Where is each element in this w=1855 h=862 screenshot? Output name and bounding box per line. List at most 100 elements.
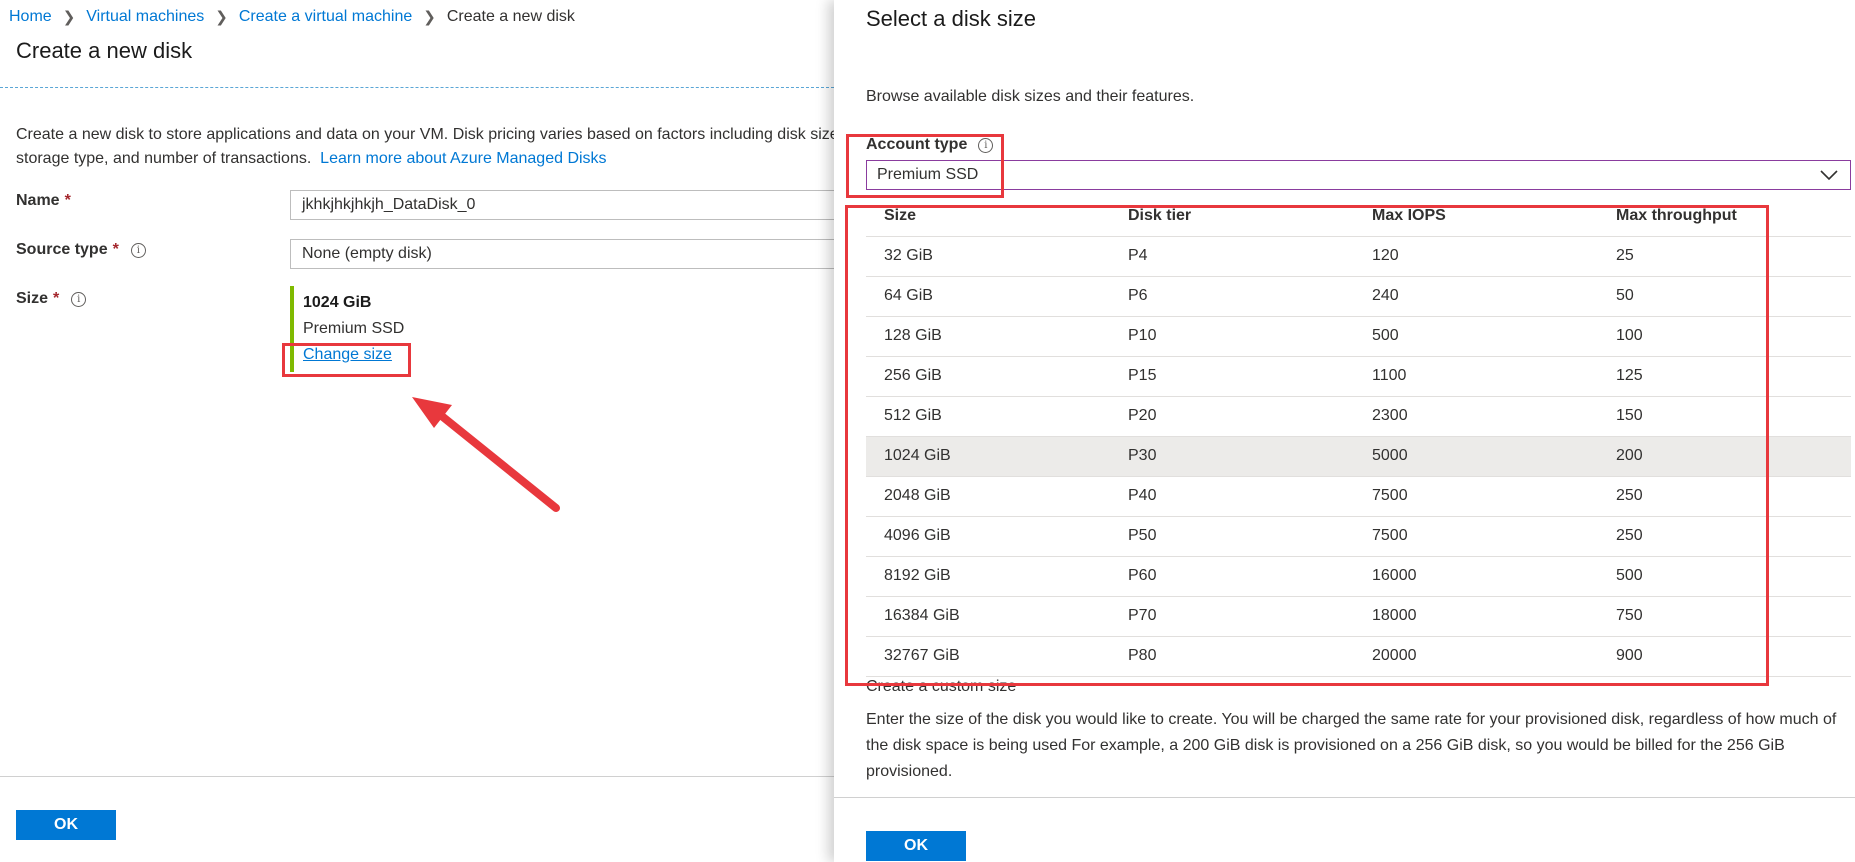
size-label: Size * i	[16, 290, 87, 308]
column-header: Max IOPS	[1354, 196, 1598, 237]
table-cell: 7500	[1354, 476, 1598, 517]
size-accent-bar	[290, 286, 294, 372]
table-cell: 200	[1598, 436, 1851, 477]
chevron-right-icon: ❯	[423, 9, 436, 26]
create-disk-blade: Home ❯ Virtual machines ❯ Create a virtu…	[0, 0, 850, 862]
custom-size-title: Create a custom size	[866, 678, 1017, 695]
table-cell: P20	[1110, 396, 1354, 437]
change-size-link[interactable]: Change size	[303, 346, 392, 364]
breadcrumb-home[interactable]: Home	[9, 8, 52, 26]
table-cell: 128 GiB	[866, 316, 1110, 357]
table-cell: 2300	[1354, 396, 1598, 437]
size-label-text: Size	[16, 290, 49, 307]
footer-divider	[0, 776, 834, 777]
table-cell: 240	[1354, 276, 1598, 317]
title-divider	[0, 87, 834, 88]
table-cell: 16000	[1354, 556, 1598, 597]
column-header: Max throughput	[1598, 196, 1851, 237]
ok-button[interactable]: OK	[16, 810, 116, 840]
chevron-right-icon: ❯	[215, 9, 228, 26]
account-type-select[interactable]: Premium SSD	[866, 160, 1851, 190]
table-row[interactable]: 32767 GiB P80 20000 900	[866, 636, 1851, 677]
footer-divider	[834, 797, 1855, 798]
table-row[interactable]: 128 GiB P10 500 100	[866, 316, 1851, 357]
table-cell: 50	[1598, 276, 1851, 317]
intro-line-1: Create a new disk to store applications …	[16, 126, 844, 143]
table-row[interactable]: 2048 GiB P40 7500 250	[866, 476, 1851, 517]
table-cell: P4	[1110, 236, 1354, 277]
table-cell: 7500	[1354, 516, 1598, 557]
disk-size-table: Size Disk tier Max IOPS Max throughput 3…	[866, 196, 1851, 677]
custom-size-description: Enter the size of the disk you would lik…	[866, 711, 1837, 780]
source-type-label-text: Source type	[16, 241, 108, 258]
table-row[interactable]: 256 GiB P15 1100 125	[866, 356, 1851, 397]
name-label: Name *	[16, 192, 71, 210]
breadcrumb-create-vm[interactable]: Create a virtual machine	[239, 8, 412, 26]
select-disk-size-panel: Select a disk size Browse available disk…	[834, 0, 1855, 862]
table-cell: P30	[1110, 436, 1354, 477]
table-cell: P15	[1110, 356, 1354, 397]
table-cell: 16384 GiB	[866, 596, 1110, 637]
table-cell: 900	[1598, 636, 1851, 677]
table-cell: P70	[1110, 596, 1354, 637]
intro-line-2-text: storage type, and number of transactions…	[16, 150, 312, 167]
breadcrumb-virtual-machines[interactable]: Virtual machines	[86, 8, 204, 26]
source-type-label: Source type * i	[16, 241, 146, 259]
table-cell: 150	[1598, 396, 1851, 437]
table-header-row: Size Disk tier Max IOPS Max throughput	[866, 196, 1851, 237]
table-row[interactable]: 512 GiB P20 2300 150	[866, 396, 1851, 437]
table-cell: 512 GiB	[866, 396, 1110, 437]
table-cell: 32767 GiB	[866, 636, 1110, 677]
account-type-label: Account type i	[866, 136, 994, 154]
account-type-label-text: Account type	[866, 136, 968, 153]
table-cell: 20000	[1354, 636, 1598, 677]
learn-more-link[interactable]: Learn more about Azure Managed Disks	[320, 150, 606, 167]
chevron-right-icon: ❯	[62, 9, 76, 26]
table-row[interactable]: 4096 GiB P50 7500 250	[866, 516, 1851, 557]
table-row[interactable]: 8192 GiB P60 16000 500	[866, 556, 1851, 597]
table-cell: 250	[1598, 516, 1851, 557]
table-cell: P6	[1110, 276, 1354, 317]
required-mark: *	[64, 192, 71, 209]
table-cell: 250	[1598, 476, 1851, 517]
breadcrumb: Home ❯ Virtual machines ❯ Create a virtu…	[9, 7, 575, 27]
table-cell: 1100	[1354, 356, 1598, 397]
chevron-down-icon	[1820, 170, 1838, 181]
table-cell: 18000	[1354, 596, 1598, 637]
column-header: Size	[866, 196, 1110, 237]
required-mark: *	[53, 290, 60, 307]
table-cell: 64 GiB	[866, 276, 1110, 317]
table-cell: 2048 GiB	[866, 476, 1110, 517]
table-cell: 5000	[1354, 436, 1598, 477]
page-title: Create a new disk	[16, 38, 193, 63]
intro-text: Create a new disk to store applications …	[16, 123, 846, 171]
size-tier: Premium SSD	[303, 320, 405, 337]
table-cell: 120	[1354, 236, 1598, 277]
info-icon[interactable]: i	[978, 137, 994, 153]
name-input[interactable]: jkhkjhkjhkjh_DataDisk_0	[290, 190, 850, 220]
info-icon[interactable]: i	[130, 242, 146, 258]
info-icon[interactable]: i	[71, 291, 87, 307]
source-type-select[interactable]: None (empty disk)	[290, 239, 850, 269]
table-cell: P10	[1110, 316, 1354, 357]
table-cell: 125	[1598, 356, 1851, 397]
ok-button[interactable]: OK	[866, 831, 966, 861]
table-cell: 500	[1598, 556, 1851, 597]
account-type-value: Premium SSD	[877, 166, 979, 183]
table-cell: P50	[1110, 516, 1354, 557]
table-row[interactable]: 1024 GiB P30 5000 200	[866, 436, 1851, 477]
table-cell: 25	[1598, 236, 1851, 277]
table-cell: 750	[1598, 596, 1851, 637]
table-row[interactable]: 16384 GiB P70 18000 750	[866, 596, 1851, 637]
column-header: Disk tier	[1110, 196, 1354, 237]
panel-title: Select a disk size	[866, 6, 1036, 31]
panel-description: Browse available disk sizes and their fe…	[866, 88, 1195, 105]
table-row[interactable]: 32 GiB P4 120 25	[866, 236, 1851, 277]
table-cell: P80	[1110, 636, 1354, 677]
size-value: 1024 GiB	[303, 294, 372, 311]
table-row[interactable]: 64 GiB P6 240 50	[866, 276, 1851, 317]
table-cell: P60	[1110, 556, 1354, 597]
table-cell: 256 GiB	[866, 356, 1110, 397]
table-cell: 100	[1598, 316, 1851, 357]
name-label-text: Name	[16, 192, 60, 209]
